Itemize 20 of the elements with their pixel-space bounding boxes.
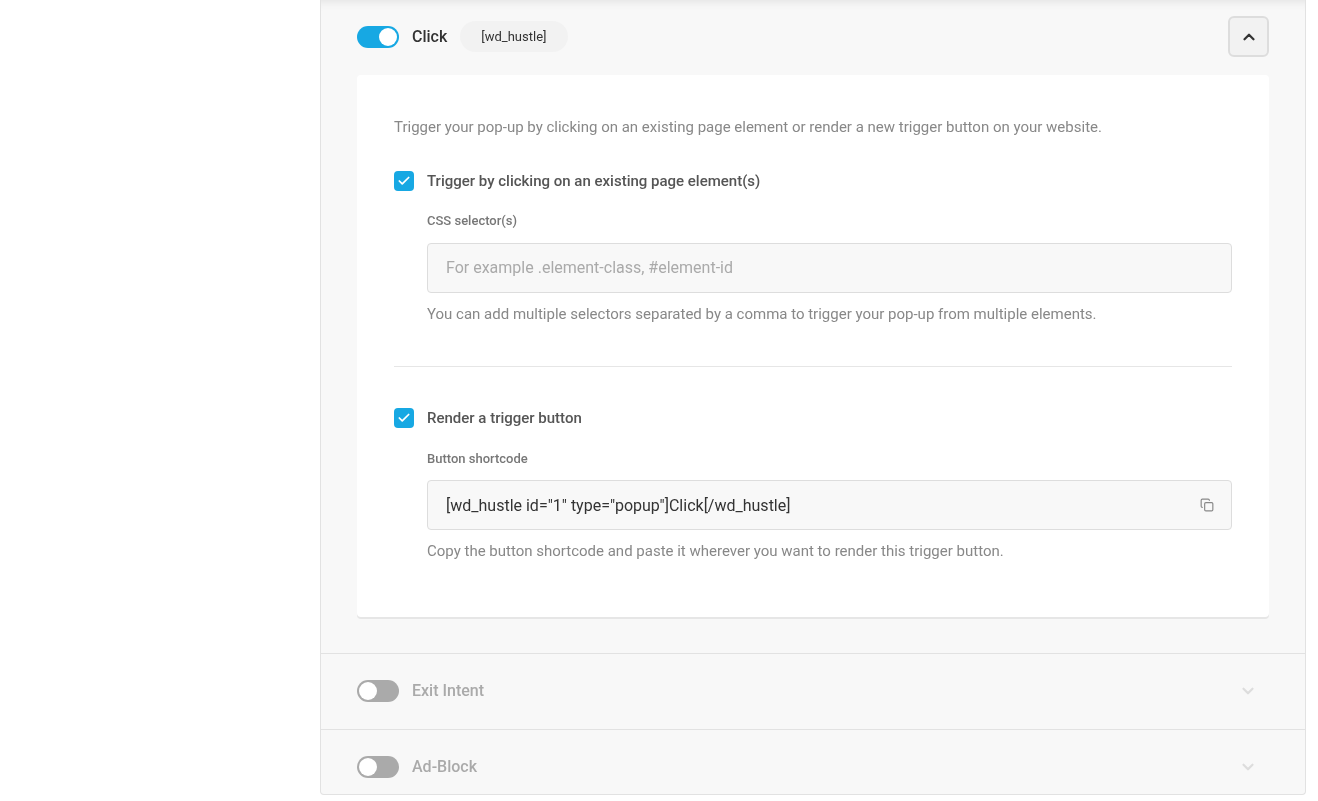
trigger-label: Exit Intent xyxy=(412,680,485,702)
help-text: You can add multiple selectors separated by a comma to trigger your pop-up from multiple elements. xyxy=(427,303,1098,325)
toggle-switch[interactable] xyxy=(357,680,399,702)
copy-icon[interactable] xyxy=(1200,498,1214,512)
trigger-label: Ad-Block xyxy=(412,756,477,778)
input-field[interactable]: [wd_hustle id="1" type="popup"]Click[/wd_hustle] xyxy=(427,480,1232,530)
trigger-label: Click xyxy=(412,25,448,48)
help-text: Copy the button shortcode and paste it wherever you want to render this trigger button. xyxy=(427,541,1005,562)
checkbox[interactable] xyxy=(394,170,414,191)
toggle-switch[interactable] xyxy=(357,756,399,778)
description-text: Trigger your pop-up by clicking on an existing page element or render a new trigger button on your website. xyxy=(394,117,1103,138)
option-label: Trigger by clicking on an existing page element(s) xyxy=(427,170,761,192)
shortcode-tag: [wd_hustle] xyxy=(460,20,568,53)
toggle-switch[interactable] xyxy=(357,25,399,48)
checkbox[interactable] xyxy=(394,408,414,429)
option-label: Render a trigger button xyxy=(427,408,582,429)
field-label: Button shortcode xyxy=(427,449,529,468)
input-field[interactable]: For example .element-class, #element-id xyxy=(427,242,1232,293)
collapse-button[interactable] xyxy=(1228,16,1269,57)
field-label: CSS selector(s) xyxy=(427,212,519,230)
